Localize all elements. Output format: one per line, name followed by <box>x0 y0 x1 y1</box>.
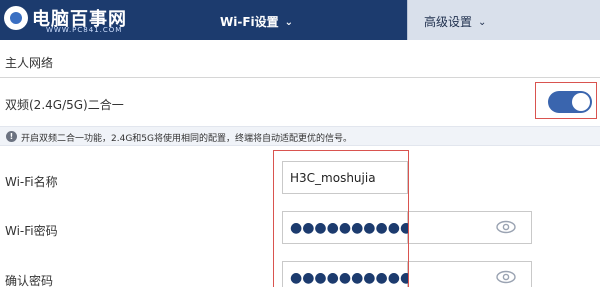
eye-icon[interactable] <box>496 270 516 284</box>
chevron-down-icon: ⌄ <box>478 17 487 28</box>
tab-wifi-settings[interactable]: Wi-Fi设置 ⌄ <box>127 0 407 40</box>
eye-icon[interactable] <box>496 220 516 234</box>
watermark-logo: 电脑百事网 WWW.PC841.COM <box>4 4 129 36</box>
logo-icon <box>4 6 28 30</box>
wifi-name-label: Wi-Fi名称 <box>5 175 58 189</box>
toggle-highlight-box <box>535 82 597 119</box>
dual-band-label: 双频(2.4G/5G)二合一 <box>5 98 124 112</box>
highlight-box <box>273 150 409 287</box>
confirm-password-input-extension[interactable] <box>408 261 532 287</box>
tab-advanced-settings[interactable]: 高级设置 ⌄ <box>407 0 600 40</box>
logo-url: WWW.PC841.COM <box>46 26 123 34</box>
info-bar: ! 开启双频二合一功能，2.4G和5G将使用相同的配置，终端将自动适配更优的信号… <box>0 126 600 146</box>
section-title: 主人网络 <box>5 56 54 70</box>
tab-wifi-settings-label: Wi-Fi设置 ⌄ <box>220 15 294 29</box>
chevron-down-icon: ⌄ <box>284 17 294 28</box>
toggle-knob <box>572 93 590 111</box>
wifi-password-label: Wi-Fi密码 <box>5 224 58 238</box>
divider <box>0 77 600 78</box>
confirm-password-label: 确认密码 <box>5 274 54 287</box>
info-icon: ! <box>6 131 17 142</box>
info-text: 开启双频二合一功能，2.4G和5G将使用相同的配置，终端将自动适配更优的信号。 <box>21 134 352 144</box>
dual-band-toggle[interactable] <box>548 91 592 113</box>
tab-advanced-settings-label: 高级设置 ⌄ <box>424 15 487 29</box>
wifi-password-input-extension[interactable] <box>408 211 532 244</box>
